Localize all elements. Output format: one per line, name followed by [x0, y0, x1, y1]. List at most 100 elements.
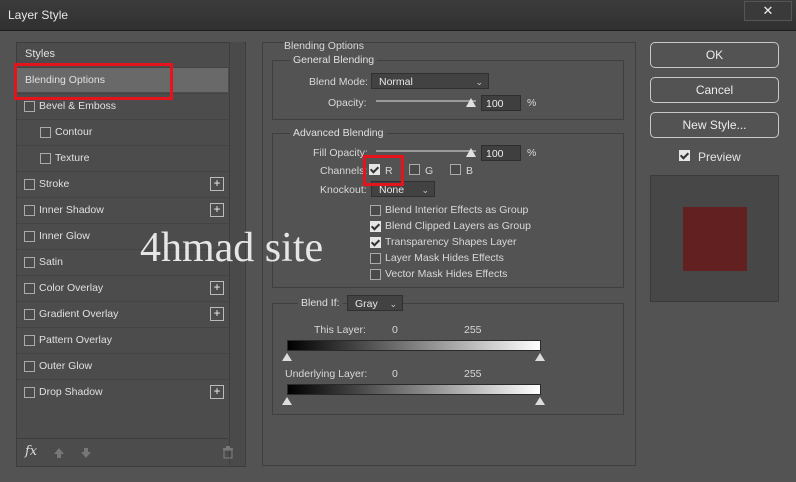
add-effect-plus-icon[interactable]: +	[210, 203, 224, 217]
channel-g-label: G	[425, 165, 434, 177]
blend-mode-label: Blend Mode:	[309, 76, 368, 88]
style-item-stroke[interactable]: Stroke +	[17, 171, 228, 196]
styles-footer: fx	[17, 438, 233, 466]
underlying-layer-high: 255	[464, 368, 482, 380]
style-item-label: Bevel & Emboss	[39, 100, 117, 112]
fill-opacity-unit: %	[527, 147, 537, 159]
blend-if-select[interactable]: Gray ⌄	[347, 295, 403, 311]
channel-b-checkbox[interactable]	[450, 164, 461, 175]
style-item-checkbox[interactable]	[24, 257, 35, 268]
style-item-drop-shadow[interactable]: Drop Shadow +	[17, 379, 228, 404]
this-layer-high: 255	[464, 324, 482, 336]
style-item-color-overlay[interactable]: Color Overlay +	[17, 275, 228, 300]
underlying-layer-label: Underlying Layer:	[285, 368, 368, 380]
channel-b-label: B	[466, 165, 474, 177]
channels-label: Channels:	[320, 165, 368, 177]
advanced-option-label: Vector Mask Hides Effects	[385, 268, 508, 280]
style-item-checkbox[interactable]	[24, 335, 35, 346]
blend-if-value: Gray	[355, 298, 378, 310]
style-item-label: Contour	[55, 126, 93, 138]
underlying-layer-white-slider[interactable]	[535, 397, 545, 405]
style-item-checkbox[interactable]	[24, 205, 35, 216]
add-effect-plus-icon[interactable]: +	[210, 307, 224, 321]
style-item-checkbox[interactable]	[24, 231, 35, 242]
style-item-label: Inner Shadow	[39, 204, 104, 216]
style-item-label: Gradient Overlay	[39, 308, 119, 320]
general-blending-group	[272, 60, 624, 120]
style-item-texture[interactable]: Texture	[17, 145, 228, 170]
underlying-layer-gradient	[287, 384, 541, 395]
blend-mode-select[interactable]: Normal ⌄	[371, 73, 489, 89]
fx-icon[interactable]: fx	[25, 444, 37, 459]
this-layer-low: 0	[392, 324, 398, 336]
advanced-blending-legend: Advanced Blending	[290, 127, 387, 139]
add-effect-plus-icon[interactable]: +	[210, 177, 224, 191]
fill-opacity-label: Fill Opacity:	[313, 147, 368, 159]
opacity-slider-thumb[interactable]	[466, 98, 476, 107]
style-item-label: Outer Glow	[39, 360, 93, 372]
opacity-slider[interactable]	[376, 100, 476, 102]
ok-button[interactable]: OK	[650, 42, 779, 68]
style-item-contour[interactable]: Contour	[17, 119, 228, 144]
layer-style-dialog: Layer Style ✕ Styles Blending Options Bev…	[0, 0, 796, 482]
advanced-option-label: Blend Interior Effects as Group	[385, 204, 529, 216]
style-item-checkbox[interactable]	[24, 101, 35, 112]
underlying-layer-low: 0	[392, 368, 398, 380]
close-button[interactable]: ✕	[744, 1, 792, 21]
advanced-option-label: Transparency Shapes Layer	[385, 236, 517, 248]
style-item-gradient-overlay[interactable]: Gradient Overlay +	[17, 301, 228, 326]
this-layer-black-slider[interactable]	[282, 353, 292, 361]
style-item-label: Pattern Overlay	[39, 334, 112, 346]
cancel-button[interactable]: Cancel	[650, 77, 779, 103]
advanced-option-checkbox[interactable]	[370, 253, 381, 264]
add-effect-plus-icon[interactable]: +	[210, 385, 224, 399]
fill-opacity-slider[interactable]	[376, 150, 476, 152]
style-item-checkbox[interactable]	[24, 387, 35, 398]
blend-mode-value: Normal	[379, 76, 413, 88]
fill-opacity-input[interactable]: 100	[481, 145, 521, 161]
general-blending-legend: General Blending	[290, 54, 378, 66]
title-bar: Layer Style ✕	[0, 0, 796, 31]
style-item-outer-glow[interactable]: Outer Glow	[17, 353, 228, 378]
knockout-label: Knockout:	[320, 184, 367, 196]
arrow-up-icon[interactable]	[53, 447, 65, 459]
advanced-option-checkbox[interactable]	[370, 205, 381, 216]
this-layer-gradient	[287, 340, 541, 351]
chevron-down-icon: ⌄	[475, 77, 483, 87]
style-item-checkbox[interactable]	[24, 361, 35, 372]
arrow-down-icon[interactable]	[80, 447, 92, 459]
this-layer-white-slider[interactable]	[535, 353, 545, 361]
fill-opacity-slider-thumb[interactable]	[466, 148, 476, 157]
opacity-label: Opacity:	[328, 97, 367, 109]
style-item-checkbox[interactable]	[24, 283, 35, 294]
preview-checkbox[interactable]	[679, 150, 690, 161]
new-style-button[interactable]: New Style...	[650, 112, 779, 138]
advanced-option-checkbox[interactable]	[370, 237, 381, 248]
styles-header[interactable]: Styles	[25, 48, 55, 60]
window-title: Layer Style	[8, 8, 69, 22]
style-item-label: Color Overlay	[39, 282, 104, 294]
chevron-down-icon: ⌄	[389, 299, 397, 309]
style-item-checkbox[interactable]	[40, 153, 51, 164]
advanced-option-checkbox[interactable]	[370, 269, 381, 280]
style-item-inner-shadow[interactable]: Inner Shadow +	[17, 197, 228, 222]
blend-if-group	[272, 303, 624, 415]
opacity-input[interactable]: 100	[481, 95, 521, 111]
trash-icon[interactable]	[222, 446, 234, 459]
style-item-label: Satin	[39, 256, 63, 268]
this-layer-label: This Layer:	[314, 324, 366, 336]
style-item-checkbox[interactable]	[24, 309, 35, 320]
style-item-checkbox[interactable]	[24, 179, 35, 190]
style-item-pattern-overlay[interactable]: Pattern Overlay	[17, 327, 228, 352]
preview-swatch	[683, 207, 747, 271]
style-item-checkbox[interactable]	[40, 127, 51, 138]
advanced-option-checkbox[interactable]	[370, 221, 381, 232]
highlight-channel-r	[363, 155, 404, 186]
channel-g-checkbox[interactable]	[409, 164, 420, 175]
preview-label: Preview	[698, 150, 741, 164]
underlying-layer-black-slider[interactable]	[282, 397, 292, 405]
style-item-label: Texture	[55, 152, 90, 164]
add-effect-plus-icon[interactable]: +	[210, 281, 224, 295]
chevron-down-icon: ⌄	[421, 185, 429, 195]
style-item-label: Drop Shadow	[39, 386, 103, 398]
